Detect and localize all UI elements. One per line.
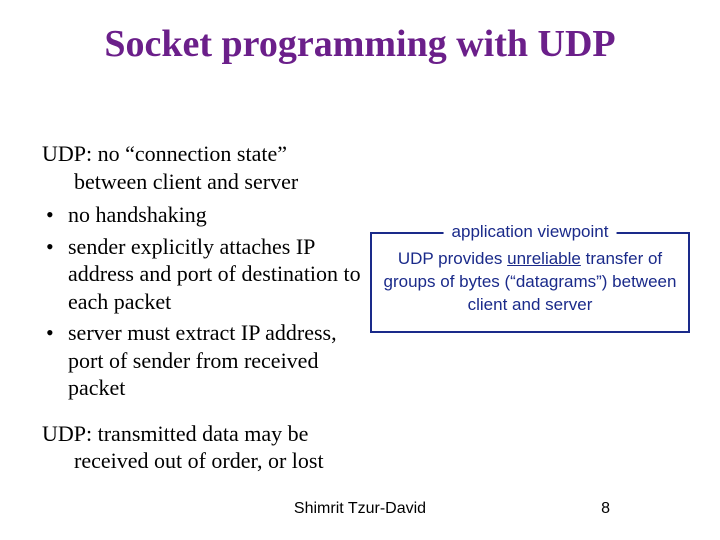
slide: Socket programming with UDP UDP: no “con… — [0, 0, 720, 540]
closing-line1: UDP: transmitted data may be — [42, 421, 308, 446]
viewpoint-legend: application viewpoint — [444, 221, 617, 244]
bullet-item: no handshaking — [42, 201, 362, 229]
bullet-list: no handshaking sender explicitly attache… — [42, 201, 362, 402]
intro-line2: between client and server — [42, 168, 362, 196]
footer-page-number: 8 — [601, 500, 610, 518]
footer-author: Shimrit Tzur-David — [0, 500, 720, 518]
closing-line2: received out of order, or lost — [42, 447, 362, 475]
intro-line1: UDP: no “connection state” — [42, 141, 287, 166]
bullet-item: server must extract IP address, port of … — [42, 319, 362, 402]
viewpoint-box-wrap: application viewpoint UDP provides unrel… — [370, 232, 690, 333]
box-text-pre: UDP provides — [398, 249, 507, 268]
slide-title: Socket programming with UDP — [0, 22, 720, 66]
box-text-underline: unreliable — [507, 249, 581, 268]
left-column: UDP: no “connection state” between clien… — [42, 140, 362, 481]
viewpoint-box: application viewpoint UDP provides unrel… — [370, 232, 690, 333]
intro-para: UDP: no “connection state” between clien… — [42, 140, 362, 195]
bullet-item: sender explicitly attaches IP address an… — [42, 233, 362, 316]
closing-para: UDP: transmitted data may be received ou… — [42, 420, 362, 475]
